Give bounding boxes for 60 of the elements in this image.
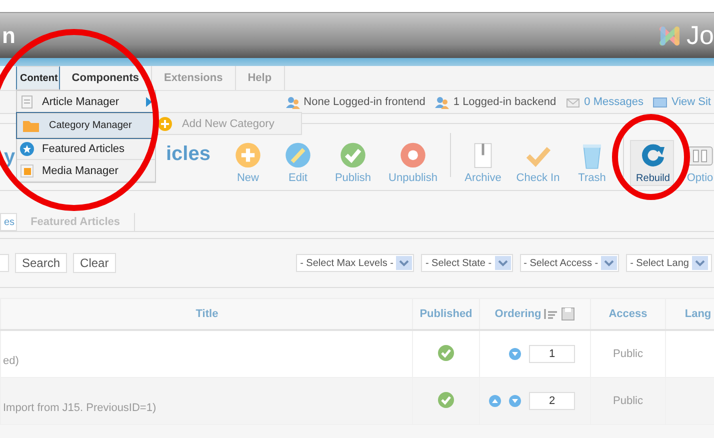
- column-header[interactable]: Ordering: [494, 308, 542, 320]
- menu-item[interactable]: Media Manager: [17, 160, 155, 182]
- search-field[interactable]: [0, 254, 9, 272]
- toolbar-button[interactable]: Rebuild: [630, 140, 674, 186]
- site-title: n: [2, 22, 16, 48]
- toolbar-button[interactable]: Unpublish: [382, 140, 444, 186]
- status-link[interactable]: View Sit: [671, 96, 711, 108]
- column-header[interactable]: Access: [608, 308, 648, 320]
- sort-icon[interactable]: [544, 308, 558, 320]
- menu-item[interactable]: Category Manager: [17, 113, 155, 138]
- table-cell: Public: [613, 348, 643, 360]
- image-icon: [20, 164, 34, 178]
- column-header[interactable]: Title: [196, 308, 218, 320]
- status-link[interactable]: 0 Messages: [584, 96, 644, 108]
- submenu-tab[interactable]: es: [0, 213, 17, 231]
- envelope-icon: [566, 96, 580, 108]
- check-icon[interactable]: [437, 390, 455, 408]
- filter-select[interactable]: - Select Access -: [520, 254, 620, 272]
- filter-select[interactable]: - Select Max Levels -: [296, 254, 414, 272]
- plus-icon: [234, 142, 262, 170]
- filter-button[interactable]: Clear: [73, 253, 116, 273]
- dropdown-icon: [601, 256, 618, 270]
- users-icon: [286, 96, 300, 108]
- pencil-icon: [284, 142, 312, 170]
- circle-icon: [399, 142, 427, 170]
- check-icon: [339, 142, 367, 170]
- toolbar-button[interactable]: Archive: [457, 140, 509, 186]
- filter-select[interactable]: - Select State -: [421, 254, 513, 272]
- save-icon[interactable]: [561, 307, 576, 321]
- page-title-end: icles: [166, 143, 210, 166]
- status-text: None Logged-in frontend: [304, 96, 426, 108]
- table-cell: ed): [3, 355, 19, 367]
- menu-item[interactable]: Featured Articles: [17, 138, 155, 160]
- submenu-tab[interactable]: Featured Articles: [16, 213, 136, 231]
- dropdown-icon: [396, 256, 412, 270]
- toolbar-button[interactable]: Publish: [324, 140, 382, 186]
- menu-tab[interactable]: Content: [16, 66, 60, 90]
- dropdown-icon: [692, 256, 708, 270]
- document-icon: [20, 94, 34, 108]
- table-cell: Public: [613, 395, 643, 407]
- toolbar-button[interactable]: Trash: [567, 140, 617, 186]
- toolbar-button[interactable]: Check In: [509, 140, 567, 186]
- dropdown-icon: [494, 256, 511, 270]
- order-field[interactable]: 2: [529, 392, 575, 410]
- order-field[interactable]: 1: [529, 345, 575, 363]
- folder-icon: [23, 120, 39, 132]
- filter-select[interactable]: - Select Lang: [626, 254, 712, 272]
- toolbar-button[interactable]: New: [224, 140, 272, 186]
- filter-button[interactable]: Search: [15, 253, 68, 273]
- check-icon[interactable]: [437, 344, 455, 362]
- monitor-icon: [653, 96, 668, 108]
- status-text: 1 Logged-in backend: [453, 96, 556, 108]
- star-icon: [20, 142, 34, 156]
- toolbar-button[interactable]: Optio: [686, 140, 714, 186]
- menu-item[interactable]: Add New Category: [155, 113, 301, 134]
- toolbar-button[interactable]: Edit: [272, 140, 324, 186]
- plus-icon: [158, 116, 172, 130]
- table-cell: Import from J15. PreviousID=1): [3, 402, 156, 414]
- logo-text: Jo: [686, 20, 714, 51]
- submenu-arrow-icon: [146, 97, 152, 107]
